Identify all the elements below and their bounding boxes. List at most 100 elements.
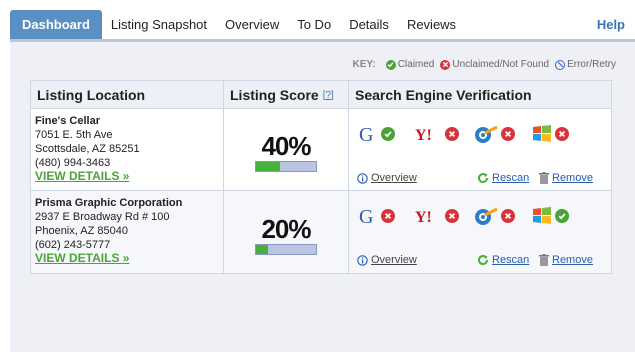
msn-status-icon xyxy=(555,127,569,141)
listing-address-line2: Phoenix, AZ 85040 xyxy=(35,225,128,237)
overview-label: Overview xyxy=(371,254,417,266)
score-progress-fill xyxy=(256,244,268,254)
listings-table: Listing Location Listing Score [?] Search… xyxy=(30,80,612,274)
engine-google[interactable]: G xyxy=(357,123,415,145)
key-error-label: Error/Retry xyxy=(567,59,616,70)
info-icon xyxy=(357,172,368,184)
info-icon xyxy=(357,254,368,266)
verification-cell: G Y! Overview Rescan Remove xyxy=(349,191,611,273)
yahoo-status-icon xyxy=(445,209,459,223)
svg-text:Y!: Y! xyxy=(415,209,432,226)
overview-link[interactable]: Overview xyxy=(357,172,417,184)
windows-icon xyxy=(531,123,553,145)
score-progress-bar xyxy=(255,161,317,172)
check-icon xyxy=(385,59,396,70)
listing-address-line1: 2937 E Broadway Rd # 100 xyxy=(35,211,170,223)
header-location: Listing Location xyxy=(31,81,224,108)
svg-text:G: G xyxy=(359,124,373,145)
key-claimed: Claimed xyxy=(385,59,435,70)
yahoo-icon: Y! xyxy=(415,123,443,145)
location-cell: Prisma Graphic Corporation 2937 E Broadw… xyxy=(31,191,224,273)
listing-address-line2: Scottsdale, AZ 85251 xyxy=(35,143,140,155)
score-percent: 20% xyxy=(261,213,311,244)
bing-icon xyxy=(473,123,499,145)
remove-label: Remove xyxy=(552,172,593,184)
tab-details[interactable]: Details xyxy=(340,10,398,40)
score-help-text: ? xyxy=(325,90,332,101)
verification-cell: G Y! Overview Rescan Remove xyxy=(349,109,611,190)
msn-status-icon xyxy=(555,209,569,223)
header-verification: Search Engine Verification xyxy=(355,87,532,103)
bing-status-icon xyxy=(501,209,515,223)
header-score-label: Listing Score xyxy=(230,87,319,103)
listing-name: Fine's Cellar xyxy=(35,115,100,127)
engine-list: G Y! xyxy=(357,205,589,227)
listing-address-line1: 7051 E. 5th Ave xyxy=(35,129,113,141)
score-help-link[interactable]: [?] xyxy=(323,90,334,101)
x-icon xyxy=(440,59,451,70)
location-cell: Fine's Cellar 7051 E. 5th Ave Scottsdale… xyxy=(31,109,224,190)
table-row: Fine's Cellar 7051 E. 5th Ave Scottsdale… xyxy=(31,109,611,191)
google-status-icon xyxy=(381,209,395,223)
windows-icon xyxy=(531,205,553,227)
tab-to-do[interactable]: To Do xyxy=(288,10,340,40)
listing-phone: (480) 994-3463 xyxy=(35,157,111,169)
remove-label: Remove xyxy=(552,254,593,266)
google-status-icon xyxy=(381,127,395,141)
tab-overview[interactable]: Overview xyxy=(216,10,288,40)
view-details-link[interactable]: VIEW DETAILS » xyxy=(35,251,129,265)
engine-yahoo[interactable]: Y! xyxy=(415,205,473,227)
tab-listing-snapshot[interactable]: Listing Snapshot xyxy=(102,10,216,40)
key-unclaimed-label: Unclaimed/Not Found xyxy=(452,59,550,70)
score-progress-bar xyxy=(255,243,317,255)
tab-bar: Dashboard Listing Snapshot Overview To D… xyxy=(0,0,635,42)
trash-icon xyxy=(539,254,549,266)
table-header: Listing Location Listing Score [?] Search… xyxy=(31,81,611,109)
score-percent: 40% xyxy=(261,131,311,161)
key-claimed-label: Claimed xyxy=(397,59,435,70)
engine-msn[interactable] xyxy=(531,123,589,145)
tab-reviews[interactable]: Reviews xyxy=(398,10,465,40)
remove-link[interactable]: Remove xyxy=(539,172,593,184)
bing-status-icon xyxy=(501,127,515,141)
refresh-icon xyxy=(478,173,489,184)
help-link[interactable]: Help xyxy=(597,10,625,40)
rescan-link[interactable]: Rescan xyxy=(477,254,529,266)
trash-icon xyxy=(539,172,549,184)
score-cell: 20% xyxy=(224,191,349,273)
engine-bing[interactable] xyxy=(473,205,531,227)
rescan-label: Rescan xyxy=(492,172,530,184)
tabs: Dashboard Listing Snapshot Overview To D… xyxy=(10,10,465,40)
yahoo-status-icon xyxy=(445,127,459,141)
key-title: KEY: xyxy=(352,59,376,70)
status-key: KEY: Claimed Unclaimed/Not Found Error/R… xyxy=(353,59,616,70)
google-icon: G xyxy=(357,123,379,145)
bing-icon xyxy=(473,205,499,227)
engine-msn[interactable] xyxy=(531,205,589,227)
view-details-link[interactable]: VIEW DETAILS » xyxy=(35,169,129,183)
yahoo-icon: Y! xyxy=(415,205,443,227)
key-error: Error/Retry xyxy=(555,59,616,70)
no-entry-icon xyxy=(555,59,566,70)
engine-google[interactable]: G xyxy=(357,205,415,227)
svg-text:G: G xyxy=(359,206,373,227)
dashboard-panel: KEY: Claimed Unclaimed/Not Found Error/R… xyxy=(10,42,635,352)
engine-bing[interactable] xyxy=(473,123,531,145)
key-unclaimed: Unclaimed/Not Found xyxy=(440,59,549,70)
overview-label: Overview xyxy=(371,172,417,184)
listing-phone: (602) 243-5777 xyxy=(35,239,111,251)
google-icon: G xyxy=(357,205,379,227)
engine-list: G Y! xyxy=(357,123,589,145)
tab-dashboard[interactable]: Dashboard xyxy=(10,10,102,40)
header-score: Listing Score [?] xyxy=(224,81,349,108)
remove-link[interactable]: Remove xyxy=(539,254,593,266)
rescan-label: Rescan xyxy=(492,254,530,266)
score-progress-fill xyxy=(256,162,280,171)
overview-link[interactable]: Overview xyxy=(357,254,417,266)
svg-text:Y!: Y! xyxy=(415,127,432,144)
rescan-link[interactable]: Rescan xyxy=(477,172,529,184)
table-row: Prisma Graphic Corporation 2937 E Broadw… xyxy=(31,191,611,273)
engine-yahoo[interactable]: Y! xyxy=(415,123,473,145)
refresh-icon xyxy=(478,255,489,266)
score-cell: 40% xyxy=(224,109,349,190)
